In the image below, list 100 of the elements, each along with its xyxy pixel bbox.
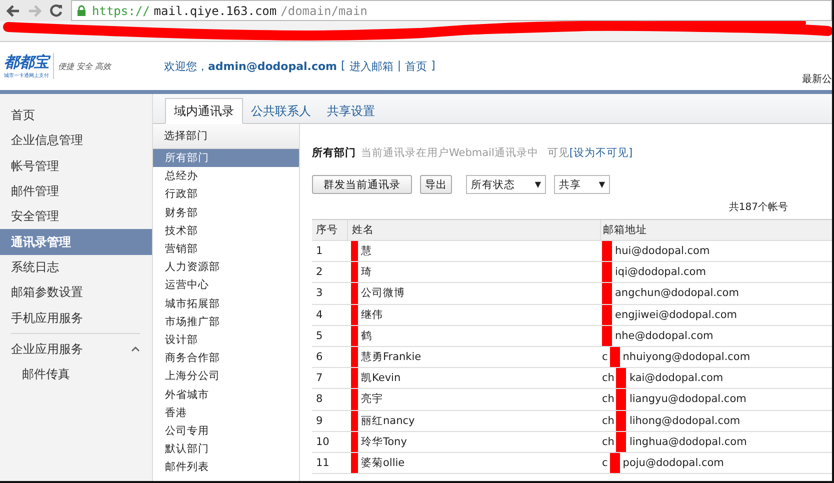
department-item[interactable]: 邮件列表: [153, 458, 299, 476]
reload-icon[interactable]: [50, 4, 63, 17]
department-item[interactable]: 人力资源部: [153, 258, 299, 276]
bracket: [: [341, 58, 346, 74]
table-cell-text: 5: [315, 328, 324, 344]
table-cell: ch: [602, 436, 614, 448]
redaction-mark: [602, 262, 612, 282]
department-list-header: 选择部门: [153, 124, 299, 149]
department-item[interactable]: 设计部: [153, 330, 299, 350]
table-cell-text: 8: [315, 392, 324, 408]
department-title: 所有部门: [312, 146, 356, 160]
separator: |: [397, 58, 402, 74]
table-cell-text: 9: [315, 414, 324, 429]
tab[interactable]: 域内通讯录: [165, 98, 243, 124]
redaction-mark: [616, 410, 626, 431]
back-icon[interactable]: [6, 4, 20, 16]
table-cell: 丽红nancy: [361, 414, 415, 428]
table-cell: hui@dodopal.com: [615, 245, 710, 258]
department-item[interactable]: 市场推广部: [153, 312, 299, 331]
table-cell-text: 10: [315, 434, 330, 450]
department-item[interactable]: 所有部门: [153, 149, 299, 168]
table-cell: linghua@dodopal.com: [629, 436, 747, 448]
department-item[interactable]: 运营中心: [153, 276, 299, 294]
sidebar-item[interactable]: 邮件管理: [0, 178, 152, 204]
table-cell: poju@dodopal.com: [622, 456, 724, 469]
table-cell-text: 2: [315, 265, 324, 280]
table-cell: nhe@dodopal.com: [615, 330, 714, 342]
department-item[interactable]: 财务部: [153, 204, 299, 222]
filter-dropdown[interactable]: 所有状态 ▼: [466, 175, 546, 194]
tab[interactable]: 公共联系人: [243, 99, 319, 123]
table-cell: lihong@dodopal.com: [629, 414, 740, 427]
department-item[interactable]: 默认部门: [153, 440, 299, 458]
redaction-mark: [616, 389, 626, 410]
lock-icon: [77, 5, 86, 16]
table-cell: 琦: [361, 265, 372, 280]
chevron-icon[interactable]: [131, 346, 140, 352]
table-cell-text: 6: [315, 350, 324, 366]
table-cell: 鹤: [361, 328, 372, 343]
visibility-state: 可见: [547, 146, 570, 160]
table-cell: 慧: [361, 244, 372, 258]
redaction-mark: [602, 283, 612, 304]
department-item[interactable]: 技术部: [153, 222, 299, 240]
hide-link[interactable]: [设为不可见]: [569, 146, 633, 160]
account-count: 共187个帐号: [728, 200, 788, 214]
department-item[interactable]: 行政部: [153, 185, 299, 204]
sidebar-item[interactable]: 安全管理: [0, 204, 152, 230]
table-cell: 亮宇: [361, 392, 383, 406]
header-link[interactable]: 进入邮箱: [349, 58, 394, 74]
redaction-mark: [610, 346, 620, 368]
redaction-mark: [616, 432, 626, 452]
table-cell: engjiwei@dodopal.com: [615, 308, 738, 321]
table-cell: 玲华Tony: [361, 434, 407, 449]
sidebar-item[interactable]: 通讯录管理: [0, 229, 152, 255]
table-cell: 凯Kevin: [361, 371, 401, 386]
filter-dropdown[interactable]: 共享 ▼: [554, 175, 610, 194]
table-cell-text: 7: [315, 371, 324, 386]
table-cell: 继伟: [361, 308, 383, 322]
sidebar-item[interactable]: 帐号管理: [0, 154, 152, 179]
sidebar-item[interactable]: 系统日志: [0, 254, 152, 280]
table-cell-text: 3: [315, 286, 324, 302]
column-header: 姓名: [347, 220, 600, 240]
table-cell: 公司微博: [361, 286, 405, 300]
sidebar-item[interactable]: 企业应用服务: [0, 336, 152, 362]
department-item[interactable]: 商务合作部: [153, 349, 299, 368]
sidebar-item[interactable]: 首页: [0, 103, 152, 128]
table-cell: ch: [602, 372, 614, 384]
department-item[interactable]: 上海分公司: [153, 367, 299, 386]
department-item[interactable]: 外省城市: [153, 385, 299, 404]
redaction-mark: [602, 241, 612, 262]
visibility-note: 当前通讯录在用户Webmail通讯录中: [361, 146, 538, 160]
table-cell: c: [602, 456, 608, 469]
table-cell: ch: [602, 414, 614, 427]
sidebar-item[interactable]: 邮件传真: [0, 362, 152, 388]
column-header: 序号: [315, 223, 339, 238]
table-cell: iqi@dodopal.com: [615, 266, 706, 278]
toolbar-button[interactable]: 导出: [420, 175, 452, 194]
tagline: 便捷 安全 高效: [58, 60, 112, 72]
redaction-mark: [602, 326, 612, 346]
department-item[interactable]: 总经办: [153, 167, 299, 186]
sidebar-item[interactable]: 手机应用服务: [0, 305, 152, 331]
table-cell: nhuiyong@dodopal.com: [622, 351, 750, 364]
table-cell: 婆菊ollie: [361, 456, 405, 470]
table-cell: c: [602, 351, 608, 364]
department-item[interactable]: 香港: [153, 404, 299, 422]
table-cell: ch: [602, 393, 614, 406]
department-item[interactable]: 公司专用: [153, 422, 299, 440]
table-cell-text: 1: [315, 244, 324, 260]
header-link[interactable]: 首页: [405, 58, 428, 74]
sidebar-item[interactable]: 邮箱参数设置: [0, 280, 152, 306]
address-bar[interactable]: https:// mail.qiye.163.com /domain/main: [71, 0, 832, 21]
department-item[interactable]: 营销部: [153, 240, 299, 258]
redaction-mark: [616, 368, 626, 388]
tab[interactable]: 共享设置: [319, 99, 383, 123]
table-cell-text: 4: [315, 308, 324, 323]
table-cell: 慧勇Frankie: [361, 350, 422, 364]
logo: 都都宝: [4, 53, 49, 72]
department-item[interactable]: 城市拓展部: [153, 294, 299, 313]
toolbar-button[interactable]: 群发当前通讯录: [312, 175, 412, 194]
sidebar-item[interactable]: 企业信息管理: [0, 128, 152, 154]
column-header: 邮箱地址: [600, 220, 832, 240]
